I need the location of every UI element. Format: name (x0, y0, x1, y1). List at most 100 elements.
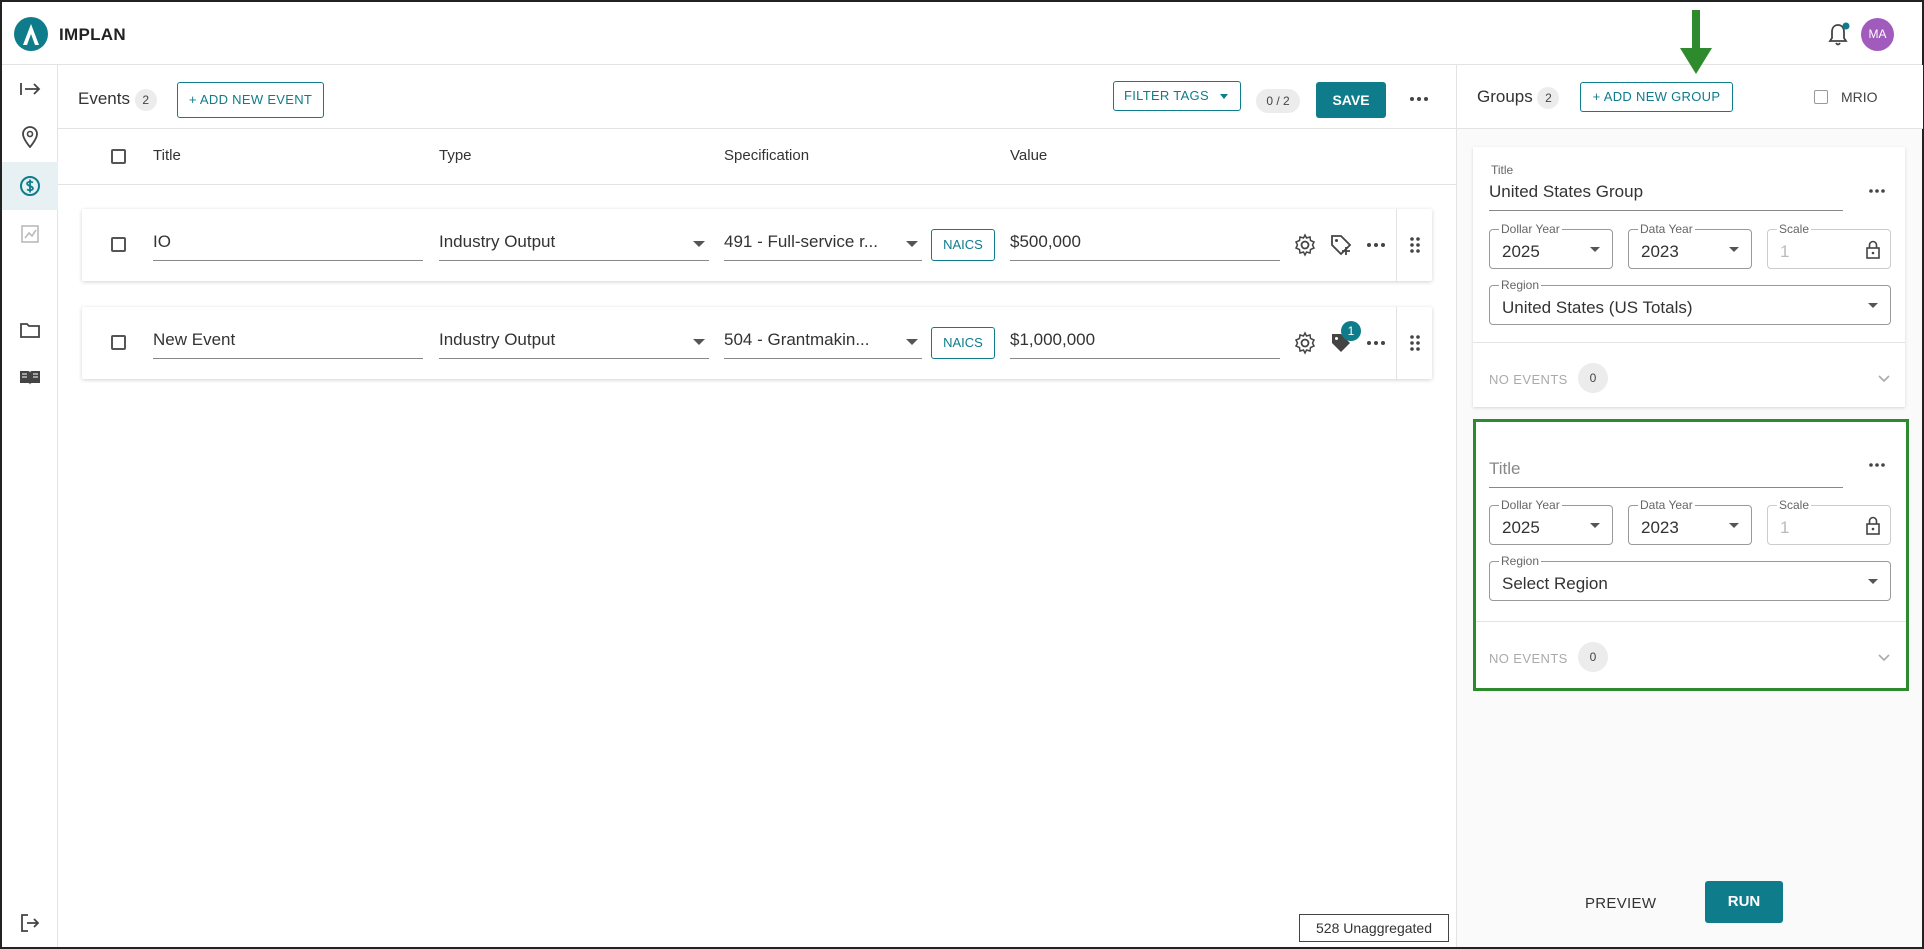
rail-expand[interactable] (2, 65, 58, 113)
rail-book[interactable] (2, 354, 58, 402)
events-header: Events 2 + ADD NEW EVENT FILTER TAGS 0 /… (58, 65, 1456, 129)
rail-folder[interactable] (2, 306, 58, 354)
data-year-value: 2023 (1641, 242, 1679, 261)
no-events-label: NO EVENTS (1489, 372, 1568, 387)
event-more-button[interactable] (1364, 333, 1388, 353)
group-card: Title United States Group 2025 Dollar Ye… (1473, 147, 1905, 407)
rail-dollar[interactable] (2, 162, 58, 210)
gear-icon[interactable] (1293, 233, 1317, 257)
mrio-label: MRIO (1841, 89, 1878, 105)
caret-down-icon (693, 339, 705, 345)
implan-logo-icon (14, 17, 48, 51)
caret-down-icon (906, 339, 918, 345)
event-title-input[interactable]: New Event (153, 327, 423, 359)
event-row-checkbox[interactable] (111, 335, 126, 350)
event-type-select[interactable]: Industry Output (439, 327, 709, 359)
lock-icon (1866, 240, 1880, 259)
group-more-button[interactable] (1865, 181, 1889, 201)
region-value: Select Region (1502, 574, 1608, 593)
add-tag-icon[interactable] (1329, 233, 1353, 257)
groups-title-text: Groups (1477, 87, 1533, 106)
add-new-event-button[interactable]: + ADD NEW EVENT (177, 82, 324, 118)
add-new-group-button[interactable]: + ADD NEW GROUP (1580, 82, 1733, 112)
more-horizontal-icon (1869, 463, 1885, 467)
naics-button[interactable]: NAICS (931, 327, 995, 359)
notification-bell-icon[interactable] (1826, 22, 1850, 48)
caret-down-icon (906, 241, 918, 247)
data-year-value: 2023 (1641, 518, 1679, 537)
event-drag-handle[interactable] (1396, 307, 1432, 379)
user-avatar[interactable]: MA (1861, 18, 1894, 51)
chevron-down-icon[interactable] (1877, 372, 1891, 386)
events-more-button[interactable] (1407, 89, 1431, 109)
events-column-header: Title Type Specification Value (58, 130, 1456, 185)
dollar-year-value: 2025 (1502, 242, 1540, 261)
region-select[interactable]: United States (US Totals) (1489, 285, 1891, 325)
data-year-label: Data Year (1638, 222, 1695, 236)
event-more-button[interactable] (1364, 235, 1388, 255)
preview-button[interactable]: PREVIEW (1585, 895, 1656, 912)
group-title-input[interactable]: United States Group (1489, 177, 1843, 211)
event-value-input[interactable]: $500,000 (1010, 229, 1280, 261)
dollar-year-label: Dollar Year (1499, 222, 1562, 236)
save-button[interactable]: SAVE (1316, 82, 1386, 118)
mrio-checkbox[interactable] (1814, 90, 1828, 104)
groups-count-badge: 2 (1537, 87, 1560, 109)
events-title-text: Events (78, 89, 130, 108)
caret-down-icon (1590, 523, 1600, 528)
event-type-select[interactable]: Industry Output (439, 229, 709, 261)
scale-label: Scale (1777, 498, 1812, 512)
event-row: New Event Industry Output 504 - Grantmak… (82, 307, 1432, 379)
event-specification-select[interactable]: 504 - Grantmakin... (724, 327, 922, 359)
folder-icon (20, 323, 40, 338)
event-type-value: Industry Output (439, 232, 556, 251)
event-title-input[interactable]: IO (153, 229, 423, 261)
dollar-icon (20, 176, 40, 196)
region-value: United States (US Totals) (1502, 298, 1693, 317)
book-icon (20, 371, 40, 385)
data-year-label: Data Year (1638, 498, 1695, 512)
card-divider (1473, 342, 1905, 343)
more-horizontal-icon (1869, 189, 1885, 193)
filter-tags-label: FILTER TAGS (1124, 88, 1209, 103)
rail-logout[interactable] (2, 899, 58, 947)
filter-tags-dropdown[interactable]: FILTER TAGS (1113, 81, 1241, 111)
group-title-input[interactable]: Title (1489, 454, 1843, 488)
region-select[interactable]: Select Region (1489, 561, 1891, 601)
location-icon (22, 126, 38, 148)
event-specification-select[interactable]: 491 - Full-service r... (724, 229, 922, 261)
no-events-label: NO EVENTS (1489, 651, 1568, 666)
expand-icon (20, 83, 41, 95)
event-value-input[interactable]: $1,000,000 (1010, 327, 1280, 359)
column-title: Title (153, 147, 181, 164)
annotation-arrow-down-icon (1680, 10, 1712, 74)
run-button[interactable]: RUN (1705, 881, 1783, 923)
more-horizontal-icon (1410, 97, 1428, 101)
event-row: IO Industry Output 491 - Full-service r.… (82, 209, 1432, 281)
unaggregated-indicator[interactable]: 528 Unaggregated (1299, 914, 1449, 942)
chevron-down-icon[interactable] (1877, 651, 1891, 665)
select-all-checkbox[interactable] (111, 149, 126, 164)
event-specification-value: 491 - Full-service r... (724, 232, 878, 251)
event-row-checkbox[interactable] (111, 237, 126, 252)
new-group-card: Title 2025 Dollar Year 2023 Data Year 1 … (1473, 419, 1909, 691)
lock-icon (1866, 516, 1880, 535)
caret-down-icon (1729, 247, 1739, 252)
rail-chart[interactable] (2, 210, 58, 258)
drag-handle-icon (1409, 237, 1420, 253)
groups-panel: Groups 2 + ADD NEW GROUP MRIO Title Unit… (1456, 65, 1923, 947)
column-value: Value (1010, 147, 1048, 164)
event-specification-value: 504 - Grantmakin... (724, 330, 870, 349)
caret-down-icon (1729, 523, 1739, 528)
gear-icon[interactable] (1293, 331, 1317, 355)
chart-icon (21, 225, 39, 243)
event-drag-handle[interactable] (1396, 209, 1432, 281)
column-type: Type (439, 147, 472, 164)
group-more-button[interactable] (1865, 455, 1889, 475)
caret-down-icon (1220, 94, 1228, 99)
naics-button[interactable]: NAICS (931, 229, 995, 261)
app-title: IMPLAN (59, 25, 126, 44)
rail-location[interactable] (2, 113, 58, 161)
events-title: Events 2 (78, 89, 157, 111)
caret-down-icon (1868, 579, 1878, 584)
